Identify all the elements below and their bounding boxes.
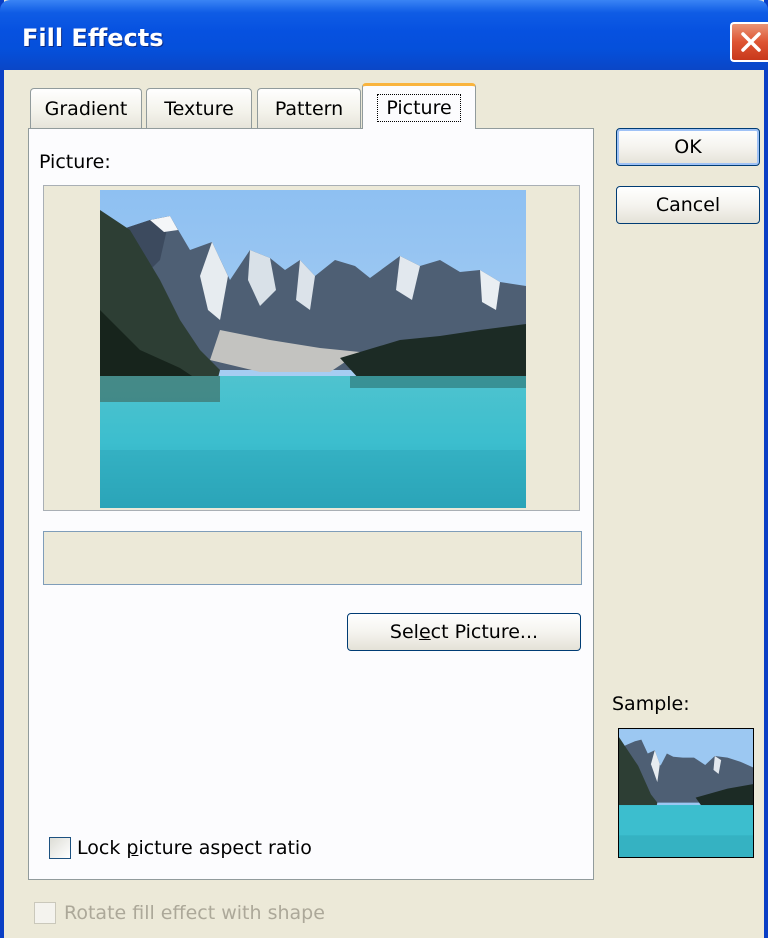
tab-gradient[interactable]: Gradient bbox=[30, 88, 142, 128]
close-icon bbox=[741, 32, 761, 52]
picture-tab-panel: Picture: Select Picture... Lock picture … bbox=[28, 128, 594, 880]
lake-mountain-picture bbox=[100, 190, 526, 508]
tab-label: Picture bbox=[377, 93, 461, 122]
lock-aspect-ratio-label: Lock picture aspect ratio bbox=[77, 837, 312, 859]
sample-preview bbox=[618, 728, 754, 858]
picture-label: Picture: bbox=[39, 151, 111, 173]
window-title: Fill Effects bbox=[22, 24, 164, 52]
tab-label: Texture bbox=[164, 97, 234, 120]
tab-texture[interactable]: Texture bbox=[146, 88, 252, 128]
sample-label: Sample: bbox=[612, 693, 690, 715]
ok-button[interactable]: OK bbox=[616, 128, 760, 166]
picture-name-field bbox=[43, 531, 582, 585]
tab-picture[interactable]: Picture bbox=[362, 83, 476, 129]
rotate-fill-checkbox[interactable] bbox=[34, 902, 56, 924]
select-picture-label: Select Picture... bbox=[389, 621, 539, 643]
close-button[interactable] bbox=[730, 22, 768, 62]
lock-aspect-ratio-checkbox[interactable] bbox=[49, 837, 71, 859]
tab-label: Pattern bbox=[274, 97, 344, 120]
select-picture-button[interactable]: Select Picture... bbox=[347, 613, 581, 651]
cancel-button[interactable]: Cancel bbox=[616, 186, 760, 224]
sample-picture bbox=[619, 729, 753, 857]
picture-preview-frame bbox=[43, 185, 580, 511]
rotate-fill-label: Rotate fill effect with shape bbox=[64, 902, 325, 924]
title-bar[interactable]: Fill Effects bbox=[0, 0, 768, 70]
tab-label: Gradient bbox=[44, 97, 128, 120]
cancel-label: Cancel bbox=[655, 194, 721, 216]
ok-label: OK bbox=[674, 136, 702, 158]
tab-pattern[interactable]: Pattern bbox=[257, 88, 361, 128]
